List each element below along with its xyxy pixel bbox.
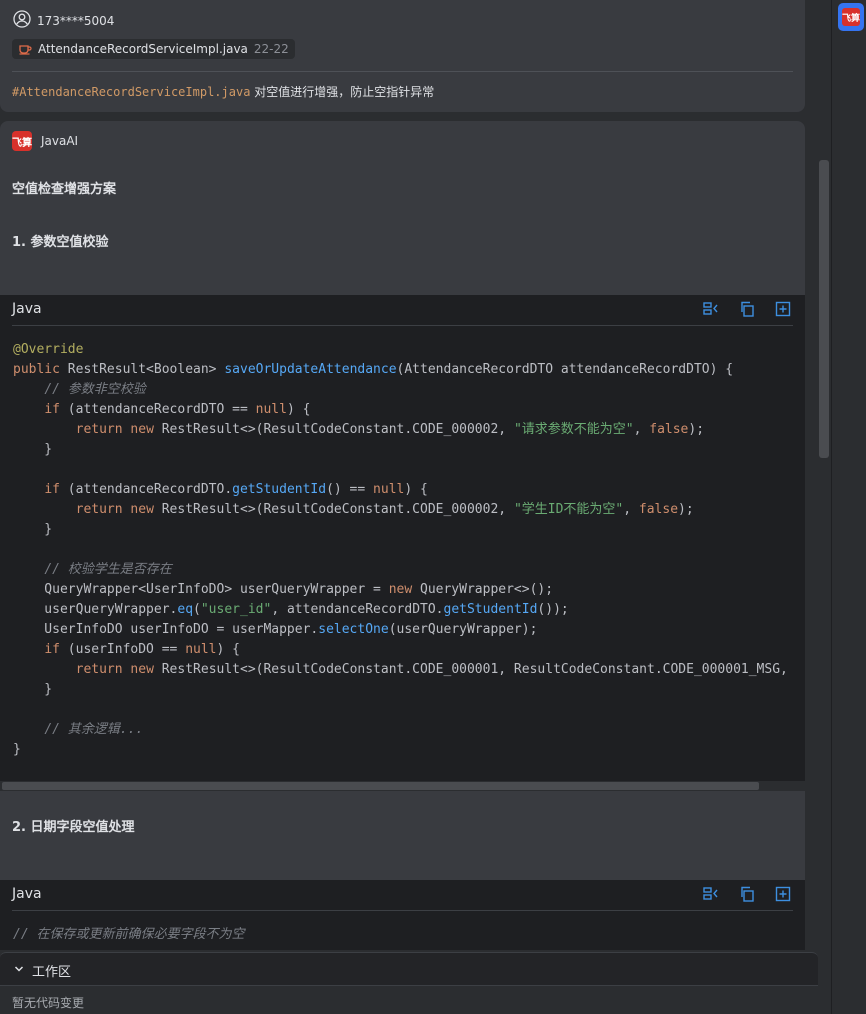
code-line: // 在保存或更新前确保必要字段不为空 — [13, 927, 245, 942]
user-message-text: #AttendanceRecordServiceImpl.java 对空值进行增… — [12, 83, 434, 100]
vertical-scrollbar[interactable] — [819, 160, 829, 458]
ai-author: JavaAI — [41, 134, 79, 148]
answer-title: 空值检查增强方案 — [12, 182, 117, 197]
file-chip-name: AttendanceRecordServiceImpl.java — [38, 42, 248, 56]
section-heading-1: 1. 参数空值校验 — [12, 235, 109, 250]
username: 173****5004 — [37, 13, 115, 28]
code-block: Java @Override public RestResult<Boolean… — [0, 295, 805, 791]
divider — [12, 71, 793, 72]
workspace-panel: 工作区 暂无代码变更 — [0, 952, 818, 1014]
horizontal-scrollbar[interactable] — [0, 781, 805, 791]
workspace-title: 工作区 — [32, 965, 72, 980]
workspace-toggle[interactable]: 工作区 — [14, 961, 71, 980]
divider — [12, 325, 793, 326]
user-message-body: 对空值进行增强，防止空指针异常 — [254, 85, 435, 99]
java-file-icon — [18, 41, 32, 58]
workspace-empty-text: 暂无代码变更 — [12, 996, 85, 1010]
ai-header: 飞算 JavaAI — [12, 131, 78, 151]
code-content: // 在保存或更新前确保必要字段不为空 — [13, 925, 244, 945]
copy-icon[interactable] — [739, 301, 755, 317]
file-reference-chip[interactable]: AttendanceRecordServiceImpl.java 22-22 — [12, 39, 295, 59]
file-reference-tag[interactable]: #AttendanceRecordServiceImpl.java — [12, 85, 250, 99]
chat-panel: 173****5004 AttendanceRecordServiceImpl.… — [0, 0, 805, 950]
divider — [831, 0, 832, 1014]
divider — [0, 985, 818, 986]
code-content: @Override public RestResult<Boolean> sav… — [13, 342, 788, 757]
code-block: Java // 在保存或更新前确保必要字段不为空 — [0, 880, 805, 950]
workspace-header[interactable]: 工作区 — [0, 952, 818, 986]
insert-diff-icon[interactable] — [703, 886, 719, 902]
user-info: 173****5004 — [13, 10, 114, 31]
code-toolbar — [703, 301, 791, 317]
file-chip-range: 22-22 — [253, 42, 289, 56]
code-block-header: Java — [0, 880, 805, 910]
code-block-header: Java — [0, 295, 805, 325]
user-avatar-icon — [13, 10, 31, 31]
ai-message-card: 飞算 JavaAI 空值检查增强方案 1. 参数空值校验 Java @Overr… — [0, 121, 805, 950]
insert-at-cursor-icon[interactable] — [775, 301, 791, 317]
sidebar-logo-text: 飞算 — [842, 8, 860, 26]
scrollbar-thumb[interactable] — [2, 782, 759, 790]
feisuan-logo-icon: 飞算 — [12, 131, 32, 151]
feisuan-sidebar-icon[interactable]: 飞算 — [838, 3, 864, 31]
insert-at-cursor-icon[interactable] — [775, 886, 791, 902]
code-language-label: Java — [12, 301, 42, 317]
divider — [12, 910, 793, 911]
copy-icon[interactable] — [739, 886, 755, 902]
user-message-card: 173****5004 AttendanceRecordServiceImpl.… — [0, 0, 805, 112]
section-heading-2: 2. 日期字段空值处理 — [12, 820, 135, 835]
code-toolbar — [703, 886, 791, 902]
chevron-down-icon — [14, 963, 24, 978]
code-language-label: Java — [12, 886, 42, 902]
insert-diff-icon[interactable] — [703, 301, 719, 317]
